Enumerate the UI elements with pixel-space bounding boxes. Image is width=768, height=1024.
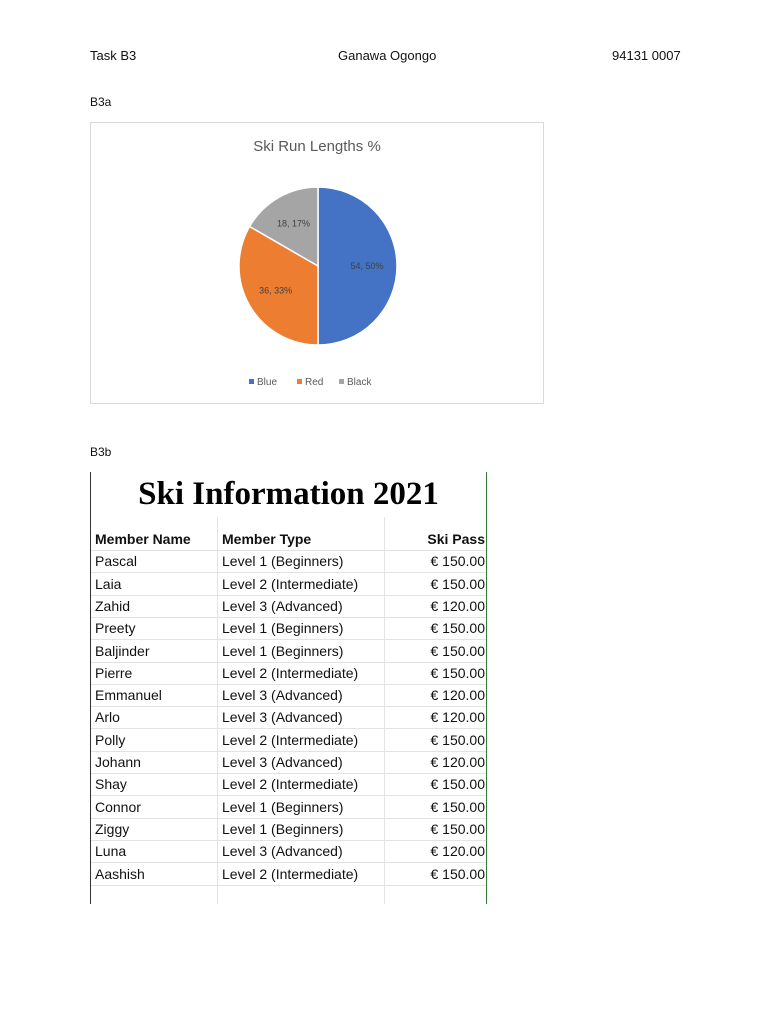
table-row: Laia Level 2 (Intermediate) € 150.00	[91, 573, 486, 596]
legend-entry: Black	[347, 377, 372, 388]
author-name: Ganawa Ogongo	[338, 48, 437, 63]
legend-swatch	[249, 379, 254, 384]
ski-pass-cell: € 150.00	[430, 553, 486, 570]
table-row: Zahid Level 3 (Advanced) € 120.00	[91, 595, 486, 618]
ski-pass-cell: € 150.00	[430, 820, 486, 837]
ski-pass-cell: € 120.00	[430, 754, 486, 770]
pie-chart-canvas: Ski Run Lengths % 54, 50%36, 33%18, 17% …	[238, 138, 398, 388]
member-name-cell: Luna	[95, 843, 127, 860]
member-type-cell: Level 2 (Intermediate)	[222, 731, 359, 748]
member-name-cell: Pierre	[95, 664, 133, 681]
member-name-cell: Connor	[95, 798, 141, 815]
data-label: 54, 50%	[350, 261, 383, 271]
section-label-b3b: B3b	[90, 445, 112, 459]
member-name-cell: Aashish	[95, 865, 145, 882]
member-type-cell: Level 1 (Beginners)	[222, 798, 344, 815]
table-row: Pascal Level 1 (Beginners) € 150.00	[91, 550, 486, 574]
ski-pass-cell: € 150.00	[430, 865, 486, 882]
member-name-cell: Preety	[95, 620, 136, 637]
sheet-header-row: Member Name Member Type Ski Pass	[91, 528, 486, 551]
table-row: Connor Level 1 (Beginners) € 150.00	[91, 796, 486, 819]
table-row: Pierre Level 2 (Intermediate) € 150.00	[91, 662, 486, 685]
sheet-title: Ski Information 2021	[138, 476, 439, 512]
section-label-b3a: B3a	[90, 95, 112, 109]
member-type-cell: Level 3 (Advanced)	[222, 843, 343, 860]
table-row: Preety Level 1 (Beginners) € 150.00	[91, 617, 486, 641]
table-row: Shay Level 2 (Intermediate) € 150.00	[91, 773, 486, 797]
sheet-right-border	[486, 472, 487, 904]
table-row: Emmanuel Level 3 (Advanced) € 120.00	[91, 684, 486, 708]
member-name-cell: Baljinder	[95, 642, 150, 659]
ski-pass-cell: € 150.00	[430, 575, 486, 592]
chart-legend: Blue Red Black	[249, 377, 372, 388]
ski-pass-cell: € 150.00	[430, 620, 486, 637]
column-header: Member Type	[222, 531, 312, 547]
ski-pass-cell: € 150.00	[430, 642, 486, 659]
member-type-cell: Level 1 (Beginners)	[222, 820, 344, 837]
member-type-cell: Level 2 (Intermediate)	[222, 865, 359, 882]
table-row: Ziggy Level 1 (Beginners) € 150.00	[91, 818, 486, 841]
member-name-cell: Pascal	[95, 553, 138, 570]
data-label: 18, 17%	[277, 219, 310, 229]
ski-pass-cell: € 120.00	[430, 597, 486, 614]
ski-pass-cell: € 150.00	[430, 776, 486, 793]
member-name-cell: Emmanuel	[95, 687, 162, 704]
member-name-cell: Zahid	[95, 597, 131, 614]
member-name-cell: Arlo	[95, 709, 120, 726]
ski-pass-cell: € 150.00	[430, 731, 486, 748]
member-type-cell: Level 3 (Advanced)	[222, 709, 343, 726]
legend-swatch	[297, 379, 302, 384]
member-name-cell: Shay	[95, 776, 127, 793]
member-type-cell: Level 2 (Intermediate)	[222, 664, 359, 681]
member-name-cell: Polly	[95, 731, 126, 748]
member-type-cell: Level 1 (Beginners)	[222, 642, 344, 659]
member-type-cell: Level 1 (Beginners)	[222, 553, 344, 570]
member-type-cell: Level 2 (Intermediate)	[222, 575, 359, 592]
task-label: Task B3	[90, 48, 137, 63]
member-type-cell: Level 1 (Beginners)	[222, 620, 344, 637]
legend-entry: Blue	[257, 377, 277, 388]
table-row: Baljinder Level 1 (Beginners) € 150.00	[91, 640, 486, 663]
ski-pass-cell: € 150.00	[430, 798, 486, 815]
member-name-cell: Johann	[95, 754, 141, 770]
column-header: Ski Pass	[427, 531, 485, 547]
table-row: Luna Level 3 (Advanced) € 120.00	[91, 840, 486, 864]
member-type-cell: Level 3 (Advanced)	[222, 687, 343, 704]
legend-entry: Red	[305, 377, 323, 388]
table-row: Aashish Level 2 (Intermediate) € 150.00	[91, 863, 486, 886]
member-type-cell: Level 3 (Advanced)	[222, 597, 343, 614]
table-row: Polly Level 2 (Intermediate) € 150.00	[91, 729, 486, 752]
legend-swatch	[339, 379, 344, 384]
spreadsheet-excerpt: Ski Information 2021 Member Name Member T…	[90, 472, 487, 904]
ski-pass-cell: € 150.00	[430, 664, 486, 681]
ski-pass-cell: € 120.00	[430, 687, 486, 704]
table-row: Johann Level 3 (Advanced) € 120.00	[91, 751, 486, 774]
ski-pass-cell: € 120.00	[430, 709, 486, 726]
chart-title: Ski Run Lengths %	[253, 138, 381, 155]
member-name-cell: Laia	[95, 575, 122, 592]
id-number: 94131 0007	[612, 48, 681, 63]
ski-pass-cell: € 120.00	[430, 843, 486, 860]
member-type-cell: Level 3 (Advanced)	[222, 754, 343, 770]
pie-chart: Ski Run Lengths % 54, 50% 36, 33% 18, 17% …	[90, 122, 544, 404]
member-name-cell: Ziggy	[95, 820, 130, 837]
column-header: Member Name	[95, 531, 191, 547]
data-label: 36, 33%	[259, 285, 292, 295]
member-type-cell: Level 2 (Intermediate)	[222, 776, 359, 793]
table-row: Arlo Level 3 (Advanced) € 120.00	[91, 706, 486, 730]
